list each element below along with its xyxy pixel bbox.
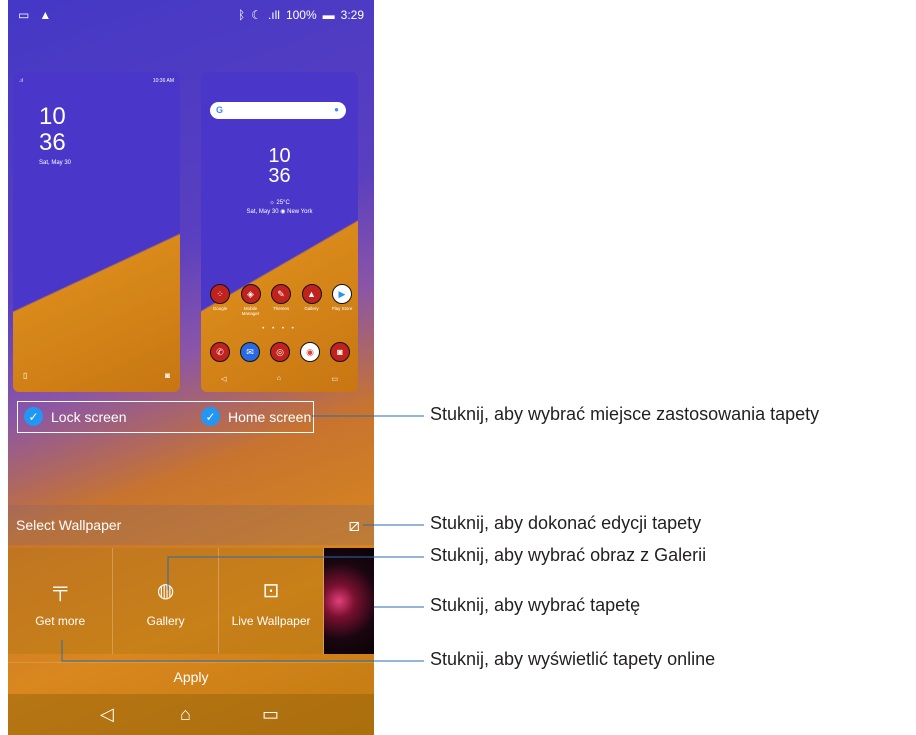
callout-edit: Stuknij, aby dokonać edycji tapety xyxy=(430,513,702,533)
callout-online: Stuknij, aby wyświetlić tapety online xyxy=(430,649,716,669)
callout-line-online xyxy=(61,640,424,662)
callout-lines xyxy=(61,415,424,662)
callout-gallery: Stuknij, aby wybrać obraz z Galerii xyxy=(430,545,707,565)
callout-apply-target: Stuknij, aby wybrać miejsce zastosowania… xyxy=(430,404,820,424)
callout-line-gallery xyxy=(167,556,424,590)
callout-choose: Stuknij, aby wybrać tapetę xyxy=(430,595,641,615)
